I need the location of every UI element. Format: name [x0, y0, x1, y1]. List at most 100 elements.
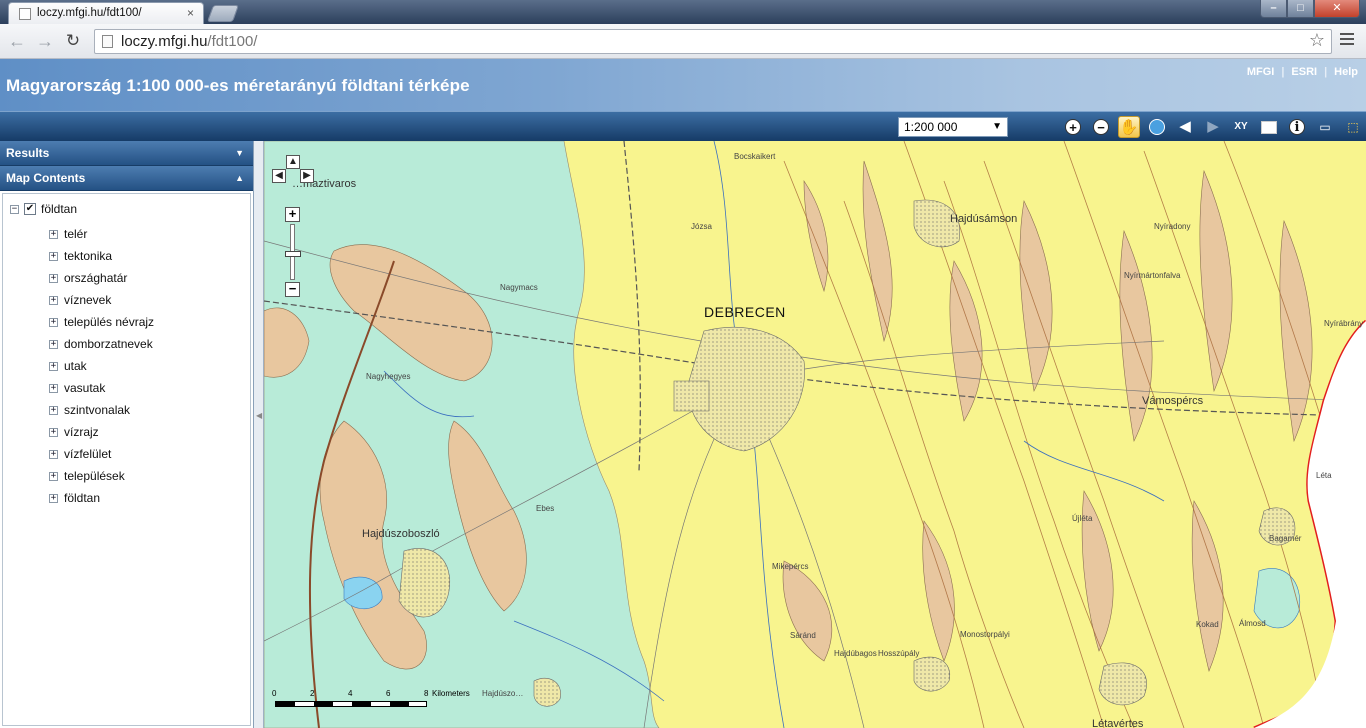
sublayer-item[interactable]: + domborzatnevek — [49, 333, 154, 355]
map-label-village: Ebes — [536, 504, 555, 513]
measure-tool[interactable]: ▭ — [1314, 116, 1336, 138]
map-label-village: Nagyhegyes — [366, 372, 411, 381]
zoom-to-layer-tool[interactable] — [1258, 116, 1280, 138]
sublayer-list: + telér + tektonika + országhatár + víznevek + te… — [49, 223, 154, 509]
map-label-village: Bagamér — [1269, 534, 1302, 543]
expand-plus-icon[interactable]: + — [49, 339, 58, 349]
pan-control: ▲ ◀ ▶ — [272, 155, 314, 195]
xy-coordinate-tool[interactable]: XY — [1230, 116, 1252, 138]
map-label-village: Monostorpályi — [960, 630, 1010, 639]
sublayer-item[interactable]: + telér — [49, 223, 154, 245]
sublayer-item[interactable]: + szintvonalak — [49, 399, 154, 421]
map-label-village: Nyírábrány — [1324, 319, 1364, 328]
next-extent-tool[interactable]: ▶ — [1202, 116, 1224, 138]
sublayer-item[interactable]: + földtan — [49, 487, 154, 509]
new-tab-button[interactable] — [206, 5, 240, 22]
zoom-slider[interactable]: + − — [284, 207, 302, 299]
scale-dropdown[interactable]: 1:200 000 ▼ — [898, 117, 1008, 137]
scale-unit: Kilometers — [432, 689, 470, 698]
scale-tick: 2 — [310, 689, 315, 698]
chevron-down-icon[interactable]: ▼ — [235, 141, 244, 165]
expand-plus-icon[interactable]: + — [49, 273, 58, 283]
reload-icon[interactable]: ↻ — [62, 30, 84, 52]
zoom-thumb[interactable] — [285, 251, 301, 257]
pan-west-icon[interactable]: ◀ — [272, 169, 286, 183]
forward-arrow-icon[interactable]: → — [34, 30, 56, 52]
address-url[interactable]: loczy.mfgi.hu/fdt100/ — [121, 33, 257, 50]
expand-plus-icon[interactable]: + — [49, 361, 58, 371]
sublayer-item[interactable]: + települések — [49, 465, 154, 487]
layer-visibility-checkbox[interactable]: ✔ — [24, 203, 36, 215]
link-mfgi[interactable]: MFGI — [1247, 66, 1275, 78]
map-contents-label: Map Contents — [6, 171, 86, 185]
map-contents-panel-header[interactable]: Map Contents ▲ — [0, 166, 253, 191]
header-links: MFGI | ESRI | Help — [1246, 66, 1358, 78]
expand-plus-icon[interactable]: + — [49, 229, 58, 239]
sublayer-item[interactable]: + vízrajz — [49, 421, 154, 443]
tab-close-icon[interactable]: × — [187, 6, 194, 20]
sublayer-label: víznevek — [64, 293, 112, 307]
window-maximize-button[interactable]: □ — [1287, 0, 1314, 18]
pan-east-icon[interactable]: ▶ — [300, 169, 314, 183]
link-esri[interactable]: ESRI — [1291, 66, 1317, 78]
address-bar[interactable]: loczy.mfgi.hu/fdt100/ ☆ — [94, 29, 1332, 54]
back-arrow-icon[interactable]: ← — [6, 30, 28, 52]
sublayer-item[interactable]: + utak — [49, 355, 154, 377]
bookmark-star-icon[interactable]: ☆ — [1309, 30, 1325, 51]
expand-plus-icon[interactable]: + — [49, 295, 58, 305]
full-extent-tool[interactable] — [1146, 116, 1168, 138]
expand-plus-icon[interactable]: + — [49, 493, 58, 503]
map-label-village: Újléta — [1072, 514, 1093, 523]
zoom-in-icon: + — [1065, 119, 1081, 135]
measure-ruler-icon: ▭ — [1319, 120, 1331, 134]
pan-tool[interactable]: ✋ — [1118, 116, 1140, 138]
expand-plus-icon[interactable]: + — [49, 427, 58, 437]
map-label-village: Hajdúbagos — [834, 649, 877, 658]
map-view[interactable]: DEBRECEN Hajdúszoboszló Vámospércs Hajdú… — [264, 141, 1366, 728]
zoom-out-small-icon[interactable]: − — [285, 282, 300, 297]
map-label-village: Léta — [1316, 471, 1332, 480]
zoom-out-tool[interactable]: − — [1090, 116, 1112, 138]
page-favicon-icon — [19, 8, 31, 20]
sublayer-item[interactable]: + országhatár — [49, 267, 154, 289]
expand-plus-icon[interactable]: + — [49, 251, 58, 261]
window-close-button[interactable]: ✕ — [1314, 0, 1360, 18]
sublayer-label: földtan — [64, 491, 101, 505]
map-label-village: Nyíradony — [1154, 222, 1191, 231]
collapse-minus-icon[interactable]: − — [10, 204, 19, 214]
url-host: loczy.mfgi.hu — [121, 33, 208, 50]
map-label-city: DEBRECEN — [704, 304, 786, 320]
zoom-to-layer-icon — [1261, 120, 1277, 134]
print-export-tool[interactable]: ⬚ — [1342, 116, 1364, 138]
sublayer-item[interactable]: + vasutak — [49, 377, 154, 399]
panel-splitter[interactable]: ◀ — [254, 141, 264, 728]
previous-extent-tool[interactable]: ◀ — [1174, 116, 1196, 138]
sublayer-item[interactable]: + tektonika — [49, 245, 154, 267]
zoom-in-small-icon[interactable]: + — [285, 207, 300, 222]
sublayer-item[interactable]: + vízfelület — [49, 443, 154, 465]
scale-tick: 4 — [348, 689, 353, 698]
sublayer-item[interactable]: + település névrajz — [49, 311, 154, 333]
scale-tick: 0 — [272, 689, 277, 698]
expand-plus-icon[interactable]: + — [49, 383, 58, 393]
browser-tab[interactable]: loczy.mfgi.hu/fdt100/ × — [8, 2, 204, 24]
zoom-in-tool[interactable]: + — [1062, 116, 1084, 138]
expand-plus-icon[interactable]: + — [49, 471, 58, 481]
map-label-town: Hajdúsámson — [950, 213, 1018, 225]
chevron-up-icon[interactable]: ▲ — [235, 166, 244, 190]
expand-plus-icon[interactable]: + — [49, 317, 58, 327]
window-minimize-button[interactable]: – — [1260, 0, 1287, 18]
browser-menu-icon[interactable] — [1340, 33, 1354, 47]
pan-north-icon[interactable]: ▲ — [286, 155, 300, 169]
link-help[interactable]: Help — [1334, 66, 1358, 78]
results-panel-header[interactable]: Results ▼ — [0, 141, 253, 166]
identify-tool[interactable]: i — [1286, 116, 1308, 138]
map-label-town: Vámospércs — [1142, 395, 1204, 407]
sublayer-label: tektonika — [64, 249, 113, 263]
expand-plus-icon[interactable]: + — [49, 449, 58, 459]
scale-tick: 8 — [424, 689, 429, 698]
splitter-grip-icon: ◀ — [256, 411, 263, 420]
sublayer-item[interactable]: + víznevek — [49, 289, 154, 311]
map-label-village: Bocskaikert — [734, 152, 776, 161]
expand-plus-icon[interactable]: + — [49, 405, 58, 415]
